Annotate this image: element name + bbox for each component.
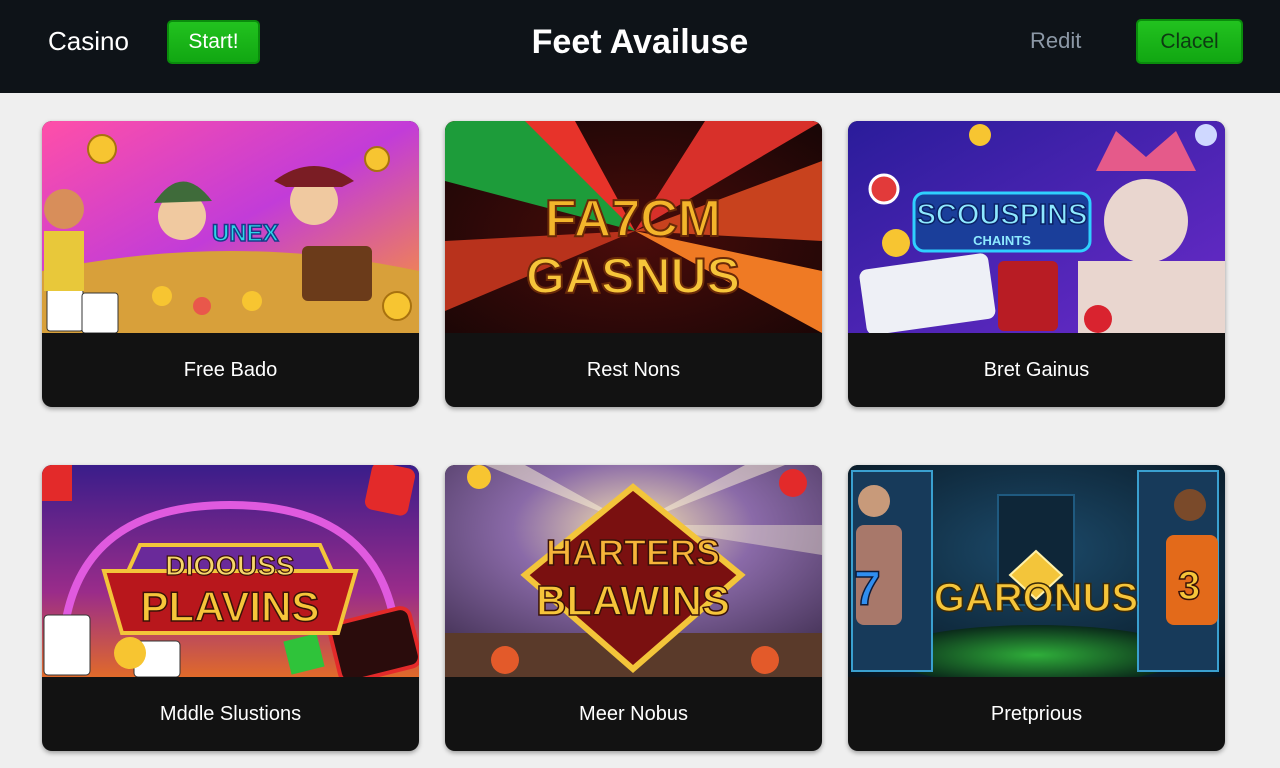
game-card[interactable]: SCOUSPINS CHAINTS Bret Gainus <box>848 121 1225 407</box>
page-title: Feet Availuse <box>531 23 749 61</box>
game-card[interactable]: DIOOUSS PLAVINS Mddle Slustions <box>42 465 419 751</box>
game-card[interactable]: HARTERS BLAWINS Meer Nobus <box>445 465 822 751</box>
game-art-text: UNEX <box>212 220 279 247</box>
game-label: Free Bado <box>183 358 278 381</box>
game-art-text: HARTERS <box>546 532 720 573</box>
game-label: Bret Gainus <box>983 358 1090 381</box>
game-art-text: CHAINTS <box>973 233 1031 248</box>
game-label: Pretprious <box>990 702 1083 725</box>
game-card[interactable]: FA7CM GASNUS Rest Nons <box>445 121 822 407</box>
game-art-text: GARONUS <box>934 576 1138 620</box>
game-thumbnail: UNEX <box>42 121 419 333</box>
game-art-text: DIOOUSS <box>165 550 294 581</box>
game-art-text: FA7CM <box>545 190 721 248</box>
cancel-button[interactable]: Clacel <box>1136 19 1243 64</box>
game-art-text: GASNUS <box>526 248 740 304</box>
top-bar: Casino Start! Feet Availuse Redit Clacel <box>0 0 1280 93</box>
game-thumbnail: 7 3 GARONUS <box>848 465 1225 677</box>
game-thumbnail: FA7CM GASNUS <box>445 121 822 333</box>
game-label: Rest Nons <box>586 358 681 381</box>
game-label: Mddle Slustions <box>159 702 302 725</box>
game-thumbnail: DIOOUSS PLAVINS <box>42 465 419 677</box>
game-art-text: PLAVINS <box>141 583 320 630</box>
game-thumbnail: SCOUSPINS CHAINTS <box>848 121 1225 333</box>
game-thumbnail: HARTERS BLAWINS <box>445 465 822 677</box>
start-button[interactable]: Start! <box>167 20 260 64</box>
redit-link[interactable]: Redit <box>1030 27 1081 55</box>
game-label: Meer Nobus <box>579 702 688 725</box>
game-art-text: SCOUSPINS <box>917 199 1088 231</box>
game-art-text: 3 <box>1178 564 1200 608</box>
game-card[interactable]: UNEX Free Bado <box>42 121 419 407</box>
game-art-text: BLAWINS <box>536 577 730 624</box>
brand-logo[interactable]: Casino <box>48 26 129 56</box>
game-card[interactable]: 7 3 GARONUS Pretprious <box>848 465 1225 751</box>
game-art-text: 7 <box>854 563 881 616</box>
